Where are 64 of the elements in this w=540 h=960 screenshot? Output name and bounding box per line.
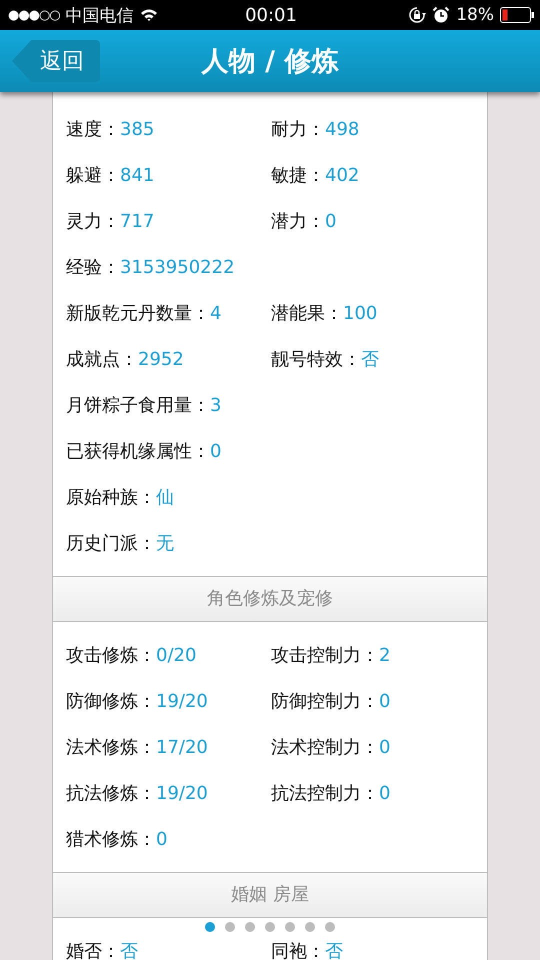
section-header: 婚姻 房屋: [53, 872, 487, 918]
field-value: 0: [379, 691, 390, 712]
field-value: 498: [325, 119, 360, 140]
field-label: 敏捷：: [271, 164, 325, 187]
field-value: 0: [325, 211, 336, 232]
field-label: 法术修炼：: [66, 736, 156, 759]
field-value: 19/20: [156, 783, 208, 804]
rotation-lock-icon: [408, 6, 426, 24]
field-value: 3153950222: [120, 257, 235, 278]
field-label: 成就点：: [66, 348, 138, 371]
field-label: 潜力：: [271, 210, 325, 233]
field-value: 2: [379, 645, 390, 666]
field-label: 灵力：: [66, 210, 120, 233]
field-label: 躲避：: [66, 164, 120, 187]
battery-percentage: 18%: [456, 5, 494, 25]
field-value: 402: [325, 165, 360, 186]
field-label: 新版乾元丹数量：: [66, 302, 210, 325]
back-button[interactable]: 返回: [12, 40, 100, 82]
clock-time: 00:01: [245, 4, 297, 26]
field-label: 历史门派：: [66, 532, 156, 555]
field-label: 耐力：: [271, 118, 325, 141]
field-value: 17/20: [156, 737, 208, 758]
field-label: 速度：: [66, 118, 120, 141]
carrier-name: 中国电信: [66, 4, 134, 26]
field-label: 猎术修炼：: [66, 828, 156, 851]
field-label: 抗法控制力：: [271, 782, 379, 805]
field-value: 717: [120, 211, 154, 232]
signal-strength: ●●●○○: [8, 8, 60, 22]
field-value: 否: [361, 348, 379, 371]
battery-icon: [500, 7, 534, 23]
field-value: 0: [379, 737, 390, 758]
field-label: 月饼粽子食用量：: [66, 394, 210, 417]
field-label: 靓号特效：: [271, 348, 361, 371]
field-label: 婚否：: [66, 940, 120, 960]
field-label: 攻击控制力：: [271, 644, 379, 667]
field-label: 潜能果：: [271, 302, 343, 325]
field-label: 同袍：: [271, 940, 325, 960]
field-value: 0: [156, 829, 168, 850]
field-value: 否: [325, 940, 343, 960]
field-value: 4: [210, 303, 222, 324]
alarm-clock-icon: [432, 6, 450, 24]
field-value: 0: [379, 783, 390, 804]
field-value: 仙: [156, 486, 174, 509]
wifi-icon: [140, 8, 158, 22]
field-label: 防御修炼：: [66, 690, 156, 713]
field-label: 经验：: [66, 256, 120, 279]
field-label: 已获得机缘属性：: [66, 440, 210, 463]
page-title: 人物 / 修炼: [202, 45, 338, 79]
field-value: 2952: [138, 349, 184, 370]
field-label: 防御控制力：: [271, 690, 379, 713]
field-label: 抗法修炼：: [66, 782, 156, 805]
field-value: 0: [210, 441, 222, 462]
field-value: 否: [120, 940, 138, 960]
field-value: 100: [343, 303, 378, 324]
section-header: 角色修炼及宠修: [53, 576, 487, 622]
field-value: 841: [120, 165, 154, 186]
field-value: 0/20: [156, 645, 196, 666]
field-value: 19/20: [156, 691, 208, 712]
field-value: 385: [120, 119, 154, 140]
field-label: 法术控制力：: [271, 736, 379, 759]
field-value: 无: [156, 532, 174, 555]
field-label: 原始种族：: [66, 486, 156, 509]
field-value: 3: [210, 395, 222, 416]
field-label: 攻击修炼：: [66, 644, 156, 667]
